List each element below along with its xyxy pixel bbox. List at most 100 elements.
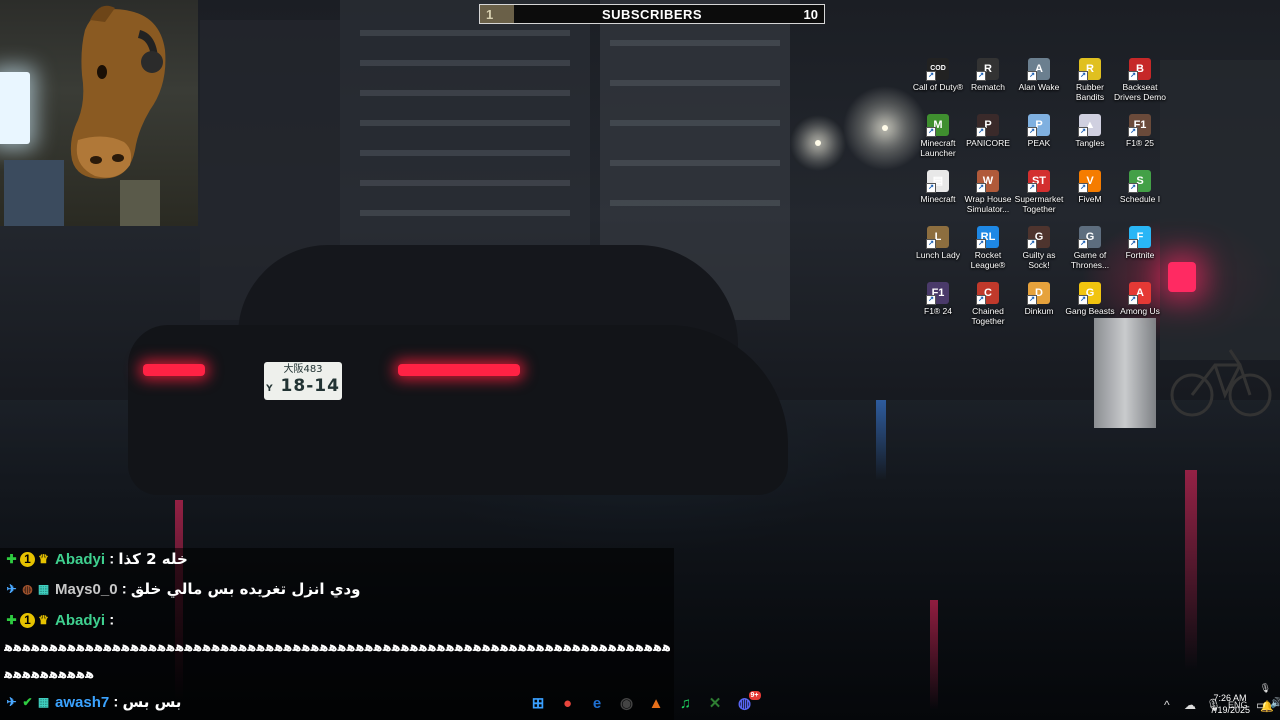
guilty-as-sock-icon: G ↗ [1027, 226, 1050, 249]
desktop-icon-label: Chained Together [971, 306, 1005, 326]
shortcut-arrow-icon: ↗ [1027, 127, 1037, 137]
edge-icon[interactable]: e [587, 694, 607, 714]
desktop-icon-label: Supermarket Together [1014, 194, 1064, 214]
game-of-thrones-icon: G ↗ [1078, 226, 1101, 249]
sub-badge-icon: 1 [20, 612, 35, 628]
desktop-icon[interactable]: G ↗ Guilty as Sock! [1013, 226, 1065, 270]
desktop-icon[interactable]: G ↗ Gang Beasts [1064, 282, 1116, 316]
tray-chevron-icon[interactable]: ^ [1164, 698, 1170, 712]
desktop-icon[interactable]: S ↗ Schedule I [1114, 170, 1166, 204]
grid-badge-icon: ▦ [37, 694, 50, 709]
desktop-icon[interactable]: R ↗ Rematch [962, 58, 1014, 92]
chat-separator: : [121, 580, 127, 598]
desktop-icon[interactable]: F ↗ Fortnite [1114, 226, 1166, 260]
shortcut-arrow-icon: ↗ [1078, 295, 1088, 305]
clock-badge-icon: ◍ [22, 581, 33, 596]
taskbar-clock[interactable]: 7:26 AM 7/19/2025 [1206, 692, 1254, 716]
street-light [815, 140, 821, 146]
shortcut-arrow-icon: ↗ [1027, 239, 1037, 249]
shortcut-arrow-icon: ↗ [926, 295, 936, 305]
desktop-icon-label: Fortnite [1125, 250, 1155, 260]
shortcut-arrow-icon: ↗ [976, 71, 986, 81]
chrome-icon[interactable]: ● [558, 694, 578, 714]
shortcut-arrow-icon: ↗ [926, 71, 936, 81]
xbox-icon[interactable]: ✕ [705, 694, 725, 714]
desktop-icon[interactable]: A ↗ Alan Wake [1013, 58, 1065, 92]
desktop-icon[interactable]: P ↗ PEAK [1013, 114, 1065, 148]
chat-spam-line: ﻫﻫﻫﻫﻫﻫﻫﻫﻫﻫﻫ [4, 667, 94, 682]
light-reflection [930, 600, 938, 710]
rocket-league-icon: RL ↗ [976, 226, 999, 249]
shortcut-arrow-icon: ↗ [1078, 71, 1088, 81]
light-reflection [1185, 470, 1197, 670]
desktop-icon[interactable]: W ↗ Wrap House Simulator... [962, 170, 1014, 214]
subscriber-goal: 10 [803, 7, 818, 22]
chat-username[interactable]: awash7 [55, 694, 109, 711]
grid-badge-icon: ▦ [37, 581, 50, 596]
wrap-house-icon: W ↗ [976, 170, 999, 193]
desktop-icon[interactable]: F1 ↗ F1® 24 [912, 282, 964, 316]
spotify-icon[interactable]: ♫ [676, 694, 696, 714]
desktop-icon-label: PEAK [1027, 138, 1051, 148]
desktop-icon-label: Wrap House Simulator... [964, 194, 1012, 214]
chained-together-icon: C ↗ [976, 282, 999, 305]
discord-icon[interactable]: ◍ 9+ [735, 691, 761, 714]
desktop-icon[interactable]: B ↗ Backseat Drivers Demo [1114, 58, 1166, 102]
desktop-icon-label: Backseat Drivers Demo [1114, 82, 1166, 102]
rematch-icon: R ↗ [976, 58, 999, 81]
rubber-bandits-icon: R ↗ [1078, 58, 1101, 81]
chat-separator: : [113, 693, 119, 711]
desktop-icon[interactable]: M ↗ Minecraft Launcher [912, 114, 964, 158]
desktop-icon[interactable]: D ↗ Dinkum [1013, 282, 1065, 316]
subscriber-label: SUBSCRIBERS [601, 7, 703, 22]
obs-icon[interactable]: ◉ [617, 694, 637, 714]
desktop-icon[interactable]: COD ↗ Call of Duty® [912, 58, 964, 92]
desktop-icon[interactable]: F1 ↗ F1® 25 [1114, 114, 1166, 148]
desktop-icon[interactable]: P ↗ PANICORE [962, 114, 1014, 148]
desktop-icon-label: Call of Duty® [912, 82, 964, 92]
desktop-icon[interactable]: RL ↗ Rocket League® [962, 226, 1014, 270]
chat-username[interactable]: Abadyi [55, 551, 105, 568]
desktop-icon[interactable]: G ↗ Game of Thrones... [1064, 226, 1116, 270]
shortcut-arrow-icon: ↗ [976, 183, 986, 193]
alan-wake-icon: A ↗ [1027, 58, 1050, 81]
desktop-icon[interactable]: V ↗ FiveM [1064, 170, 1116, 204]
notification-badge: 9+ [748, 691, 761, 700]
gang-beasts-icon: G ↗ [1078, 282, 1101, 305]
shortcut-arrow-icon: ↗ [926, 183, 936, 193]
shortcut-arrow-icon: ↗ [1128, 239, 1138, 249]
horse-mask [70, 5, 166, 226]
sub-badge-icon: 1 [20, 551, 35, 567]
chat-username[interactable]: Abadyi [55, 612, 105, 629]
bicycle [1170, 349, 1272, 417]
notification-bell-icon[interactable]: 🔔 [1260, 700, 1274, 713]
desktop-icon[interactable]: ST ↗ Supermarket Together [1013, 170, 1065, 214]
backseat-drivers-icon: B ↗ [1128, 58, 1151, 81]
chat-text: بس بس [122, 693, 182, 712]
crown-icon: ♛ [38, 551, 49, 566]
tray-app-icon[interactable]: ☁ [1184, 698, 1196, 712]
start-button[interactable]: ⊞ [528, 694, 548, 714]
webcam-overlay [0, 0, 198, 226]
desktop-icon[interactable]: L ↗ Lunch Lady [912, 226, 964, 260]
crown-icon: ♛ [38, 612, 49, 627]
desktop-icon[interactable]: A ↗ Among Us [1114, 282, 1166, 316]
chat-username[interactable]: Mays0_0 [55, 581, 118, 598]
shortcut-arrow-icon: ↗ [1128, 71, 1138, 81]
desktop-icon[interactable]: ▲ ↗ Tangles [1064, 114, 1116, 148]
peak-icon: P ↗ [1027, 114, 1050, 137]
vlc-icon[interactable]: ▲ [646, 694, 666, 714]
street-light [882, 125, 888, 131]
desktop-icon-grid: COD ↗ Call of Duty® R ↗ Rematch A ↗ Alan Wake R ↗ R… [912, 58, 1280, 340]
mic-status-icon: 🎙 [1259, 683, 1271, 693]
chat-message: ✈ ✔ ▦ awash7 : بس بس [4, 693, 181, 717]
desktop-icon-label: Rubber Bandits [1075, 82, 1105, 102]
taillight [398, 364, 520, 376]
chat-text: ودي انزل تغريده بس مالي خلق [130, 580, 361, 599]
desktop-icon[interactable]: R ↗ Rubber Bandits [1064, 58, 1116, 102]
chat-message: ✚ 1 ♛ Abadyi : [4, 611, 114, 635]
desktop-icon[interactable]: ▤ ↗ Minecraft [912, 170, 964, 204]
desktop-icon[interactable]: C ↗ Chained Together [962, 282, 1014, 326]
shortcut-arrow-icon: ↗ [926, 127, 936, 137]
desktop-icon-label: Minecraft Launcher [920, 138, 956, 158]
